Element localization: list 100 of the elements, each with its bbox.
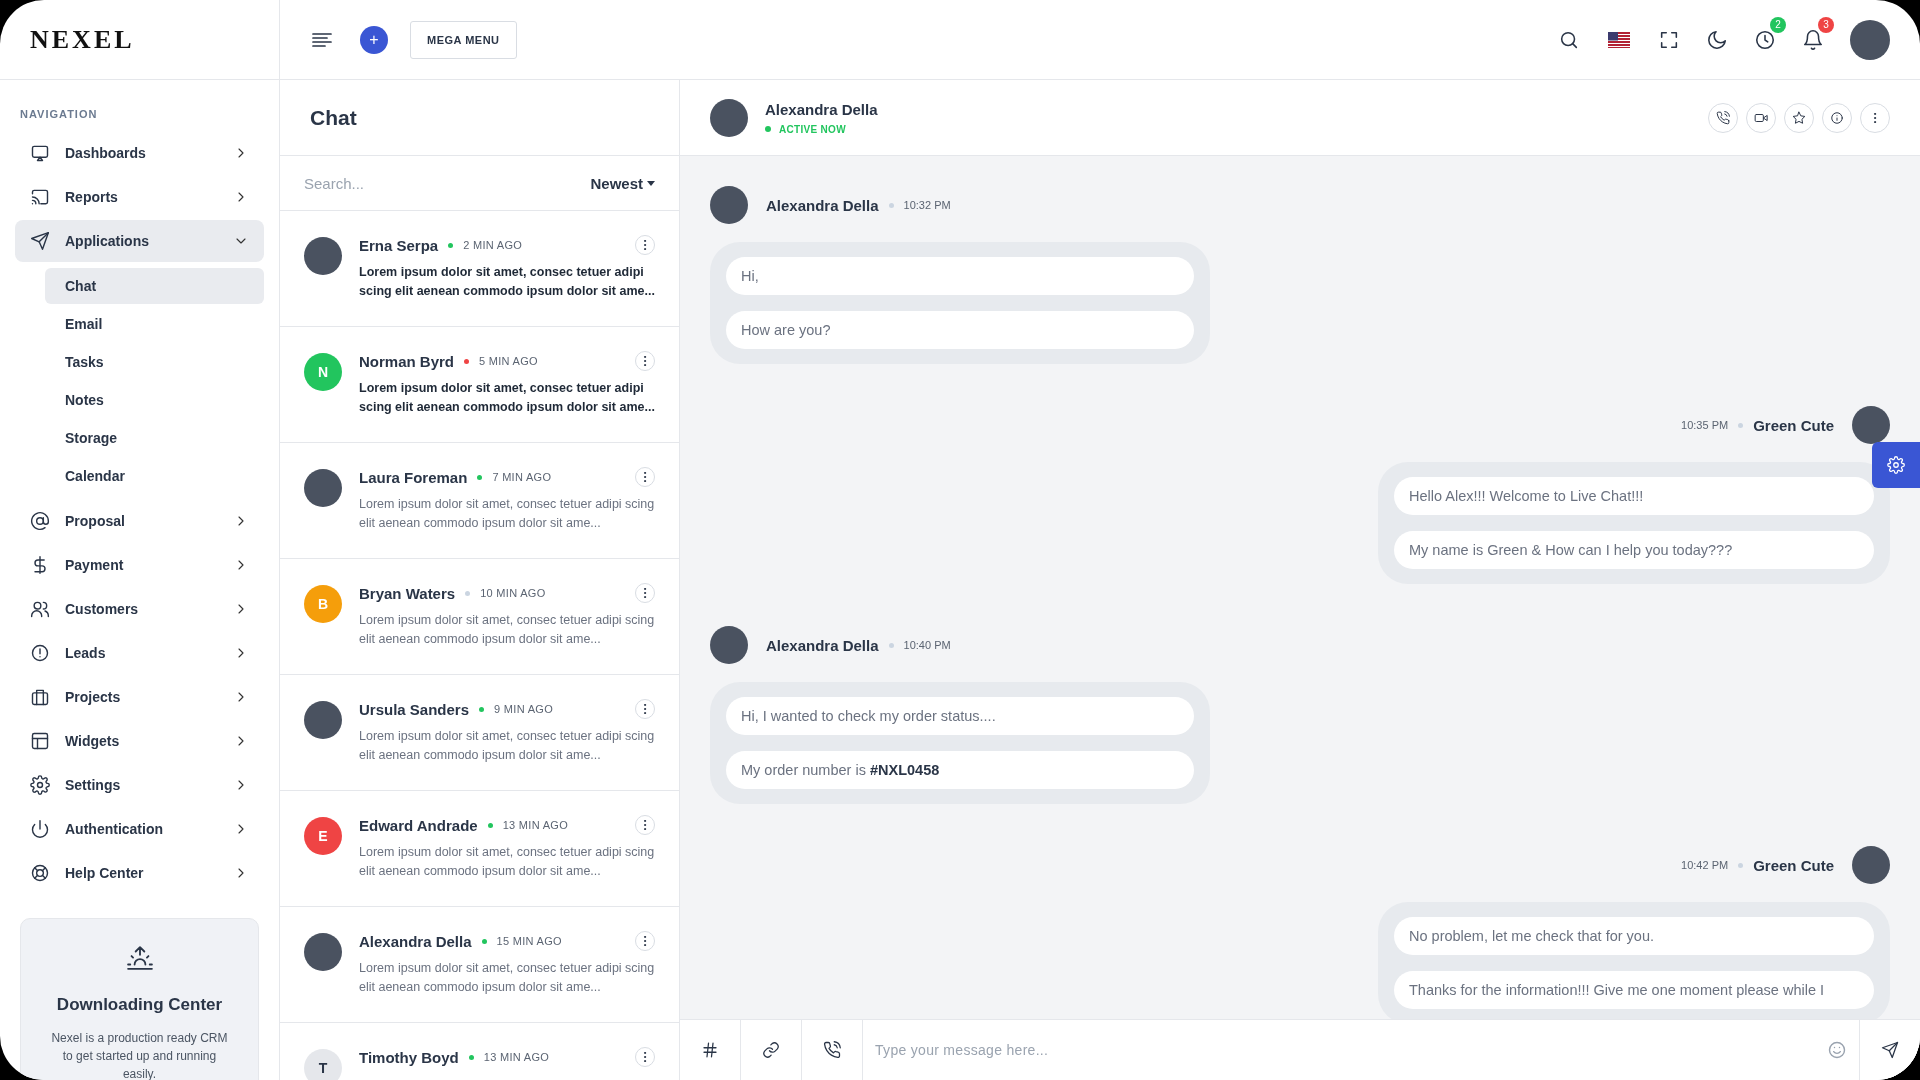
avatar-photo-placeholder [304,701,342,739]
link-icon [762,1041,780,1059]
video-camera-button[interactable] [1746,102,1776,133]
more-button[interactable] [635,235,655,255]
avatar-photo-placeholder [1852,406,1890,444]
add-button[interactable]: + [360,25,388,54]
avatar-photo-placeholder [710,98,748,137]
nav-subitem[interactable]: Calendar [45,458,264,494]
mega-menu-button[interactable]: MEGA MENU [410,20,517,59]
bell-icon[interactable] [1802,28,1824,51]
contact-name: Bryan Waters [359,584,456,602]
phone-button[interactable] [1708,102,1738,133]
emoji-icon[interactable] [1827,1040,1847,1060]
more-button[interactable] [635,467,655,487]
nav-subitem[interactable]: Email [45,306,264,342]
card-text: Nexel is a production ready CRM to get started up and running easily. [50,1030,229,1080]
chat-message: My order number is #NXL0458 [726,751,1194,789]
moon-icon[interactable] [1706,28,1728,51]
nav-item[interactable]: Widgets [15,720,264,762]
message-time: 10:40 PM [903,639,951,651]
chat-message: Hi, I wanted to check my order status.... [726,697,1194,735]
initial-avatar: T [304,1049,342,1080]
us-flag-icon[interactable] [1608,31,1630,48]
nav-item[interactable]: Authentication [15,808,264,850]
time-ago: 13 MIN AGO [502,819,568,831]
users-icon [30,599,50,619]
nav-item[interactable]: Dashboards [15,132,264,174]
contact-name: Timothy Boyd [359,1048,459,1066]
time-ago: 9 MIN AGO [494,703,553,715]
more-button[interactable] [635,931,655,951]
chat-message: Hello Alex!!! Welcome to Live Chat!!! [1394,477,1874,515]
nav-item[interactable]: Settings [15,764,264,806]
send-button[interactable] [1859,1020,1920,1080]
settings-button[interactable] [1872,442,1920,488]
time-ago: 2 MIN AGO [463,239,523,251]
status-dot [765,126,771,132]
nav-item[interactable]: Help Center [15,852,264,894]
nav-item[interactable]: Proposal [15,500,264,542]
nav-item[interactable]: Leads [15,632,264,674]
nav-subitem[interactable]: Storage [45,420,264,456]
layout-icon [30,731,50,751]
time-ago: 13 MIN AGO [483,1051,550,1063]
chat-list-item[interactable]: N Norman Byrd 5 MIN AGO Lorem ipsum dolor sit amet, consec tetuer adipi scing elit aenean commodo ipsum dolor sit ame... [280,327,679,443]
nav-item[interactable]: Customers [15,588,264,630]
nav-item[interactable]: Applications [15,220,264,262]
message-preview: Lorem ipsum dolor sit amet, consec tetuer adipi scing elit aenean commodo ipsum dolor sit ame... [359,844,655,880]
chat-list-item[interactable]: T Timothy Boyd 13 MIN AGO [280,1023,679,1080]
more-button[interactable] [635,699,655,719]
star-button[interactable] [1784,102,1814,133]
contact-name: Erna Serpa [359,236,439,254]
chat-list-item[interactable]: B Bryan Waters 10 MIN AGO Lorem ipsum dolor sit amet, consec tetuer adipi scing elit aenean commodo ipsum dolor sit ame... [280,559,679,675]
power-icon [30,819,50,839]
send-icon [1881,1041,1899,1059]
contact-name: Edward Andrade [359,816,478,834]
card-title: Downloading Center [56,995,223,1015]
more-button[interactable] [635,815,655,835]
sender-name: Green Cute [1753,856,1834,874]
sort-dropdown[interactable]: Newest [590,174,655,192]
status-text: ACTIVE NOW [779,123,846,135]
nav-subitem[interactable]: Notes [45,382,264,418]
message-preview: Lorem ipsum dolor sit amet, consec tetuer adipi scing elit aenean commodo ipsum dolor sit ame... [359,960,655,996]
initial-avatar: N [304,353,342,391]
nav-heading: NAVIGATION [19,108,99,122]
more-button[interactable] [635,583,655,603]
clock-icon[interactable] [1754,28,1776,51]
chat-list-item[interactable]: Ursula Sanders 9 MIN AGO Lorem ipsum dolor sit amet, consec tetuer adipi scing elit aenean commodo ipsum dolor sit ame... [280,675,679,791]
count-badge: 2 [1770,16,1786,33]
sender-name: Alexandra Della [766,636,879,654]
message-time: 10:35 PM [1681,419,1729,431]
user-avatar[interactable] [1850,19,1890,60]
chat-message: My name is Green & How can I help you today??? [1394,531,1874,569]
info-button[interactable] [1822,102,1852,133]
phone-icon [823,1041,841,1059]
message-preview: Lorem ipsum dolor sit amet, consec tetuer adipi scing elit aenean commodo ipsum dolor sit ame... [359,264,655,300]
info-icon [1830,110,1844,125]
avatar-photo-placeholder [304,237,342,275]
chat-message: How are you? [726,311,1194,349]
nav-item[interactable]: Reports [15,176,264,218]
hash-icon [701,1041,719,1059]
more-button[interactable] [635,1047,655,1067]
avatar-photo-placeholder [710,186,748,224]
nav-subitem[interactable]: Tasks [45,344,264,380]
avatar-photo-placeholder [304,933,342,971]
lifebuoy-icon [30,863,50,883]
chat-list-item[interactable]: Laura Foreman 7 MIN AGO Lorem ipsum dolor sit amet, consec tetuer adipi scing elit aenean commodo ipsum dolor sit ame... [280,443,679,559]
chat-list-item[interactable]: Erna Serpa 2 MIN AGO Lorem ipsum dolor sit amet, consec tetuer adipi scing elit aenean commodo ipsum dolor sit ame... [280,211,679,327]
sender-name: Green Cute [1753,416,1834,434]
count-badge: 3 [1818,16,1834,33]
chat-list-item[interactable]: Alexandra Della 15 MIN AGO Lorem ipsum dolor sit amet, consec tetuer adipi scing elit aenean commodo ipsum dolor sit ame... [280,907,679,1023]
chat-list-item[interactable]: E Edward Andrade 13 MIN AGO Lorem ipsum dolor sit amet, consec tetuer adipi scing elit aenean commodo ipsum dolor sit ame... [280,791,679,907]
nav-item[interactable]: Projects [15,676,264,718]
nav-item[interactable]: Payment [15,544,264,586]
nav-subitem[interactable]: Chat [45,268,264,304]
message-preview: Lorem ipsum dolor sit amet, consec tetuer adipi scing elit aenean commodo ipsum dolor sit ame... [359,728,655,764]
more-button[interactable] [635,351,655,371]
avatar-photo-placeholder [304,469,342,507]
phone-icon [1716,110,1730,125]
alert-circle-icon [30,643,50,663]
initial-avatar: B [304,585,342,623]
avatar-photo-placeholder [1852,846,1890,884]
